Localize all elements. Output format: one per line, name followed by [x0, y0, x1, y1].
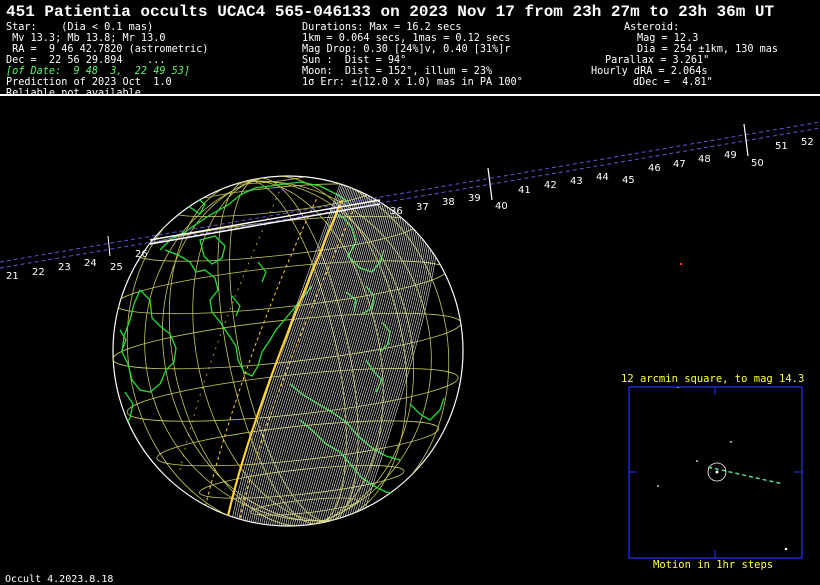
- path-tick-label: 43: [570, 176, 583, 187]
- occultation-map: 21 22 23 24 25 26 36 37 38 39 40 41 42 43 44 45 46 47 48 49…: [0, 121, 820, 559]
- path-tick-label: 21: [6, 271, 19, 282]
- path-tick-label: 42: [544, 180, 557, 191]
- red-marker: [679, 262, 683, 266]
- path-tick-label: 48: [698, 154, 711, 165]
- path-tick-label: 25: [110, 262, 123, 273]
- path-tick-label: 45: [622, 175, 635, 186]
- version-footer: Occult 4.2023.8.18: [5, 574, 114, 585]
- path-tick-label: 22: [32, 267, 45, 278]
- path-tick-label: 24: [84, 258, 97, 269]
- starfield-title: 12 arcmin square, to mag 14.3: [621, 373, 805, 385]
- path-tick-label: 44: [596, 172, 609, 183]
- path-tick-label: 26: [135, 249, 148, 260]
- path-tick-label: 39: [468, 193, 481, 204]
- path-tick-label: 46: [648, 163, 661, 174]
- path-tick-label: 47: [673, 159, 686, 170]
- path-tick-label: 51: [775, 141, 788, 152]
- path-tick-label: 40: [495, 201, 508, 212]
- path-tick-label: 50: [751, 158, 764, 169]
- path-tick-label: 36: [390, 206, 403, 217]
- path-tick-label: 38: [442, 197, 455, 208]
- path-tick-label: 52: [801, 137, 814, 148]
- path-tick-label: 41: [518, 185, 531, 196]
- star-field-box: [628, 386, 803, 559]
- starfield-caption: Motion in 1hr steps: [653, 559, 774, 571]
- path-tick-label: 49: [724, 150, 737, 161]
- path-tick-label: 23: [58, 262, 71, 273]
- path-tick-label: 37: [416, 202, 429, 213]
